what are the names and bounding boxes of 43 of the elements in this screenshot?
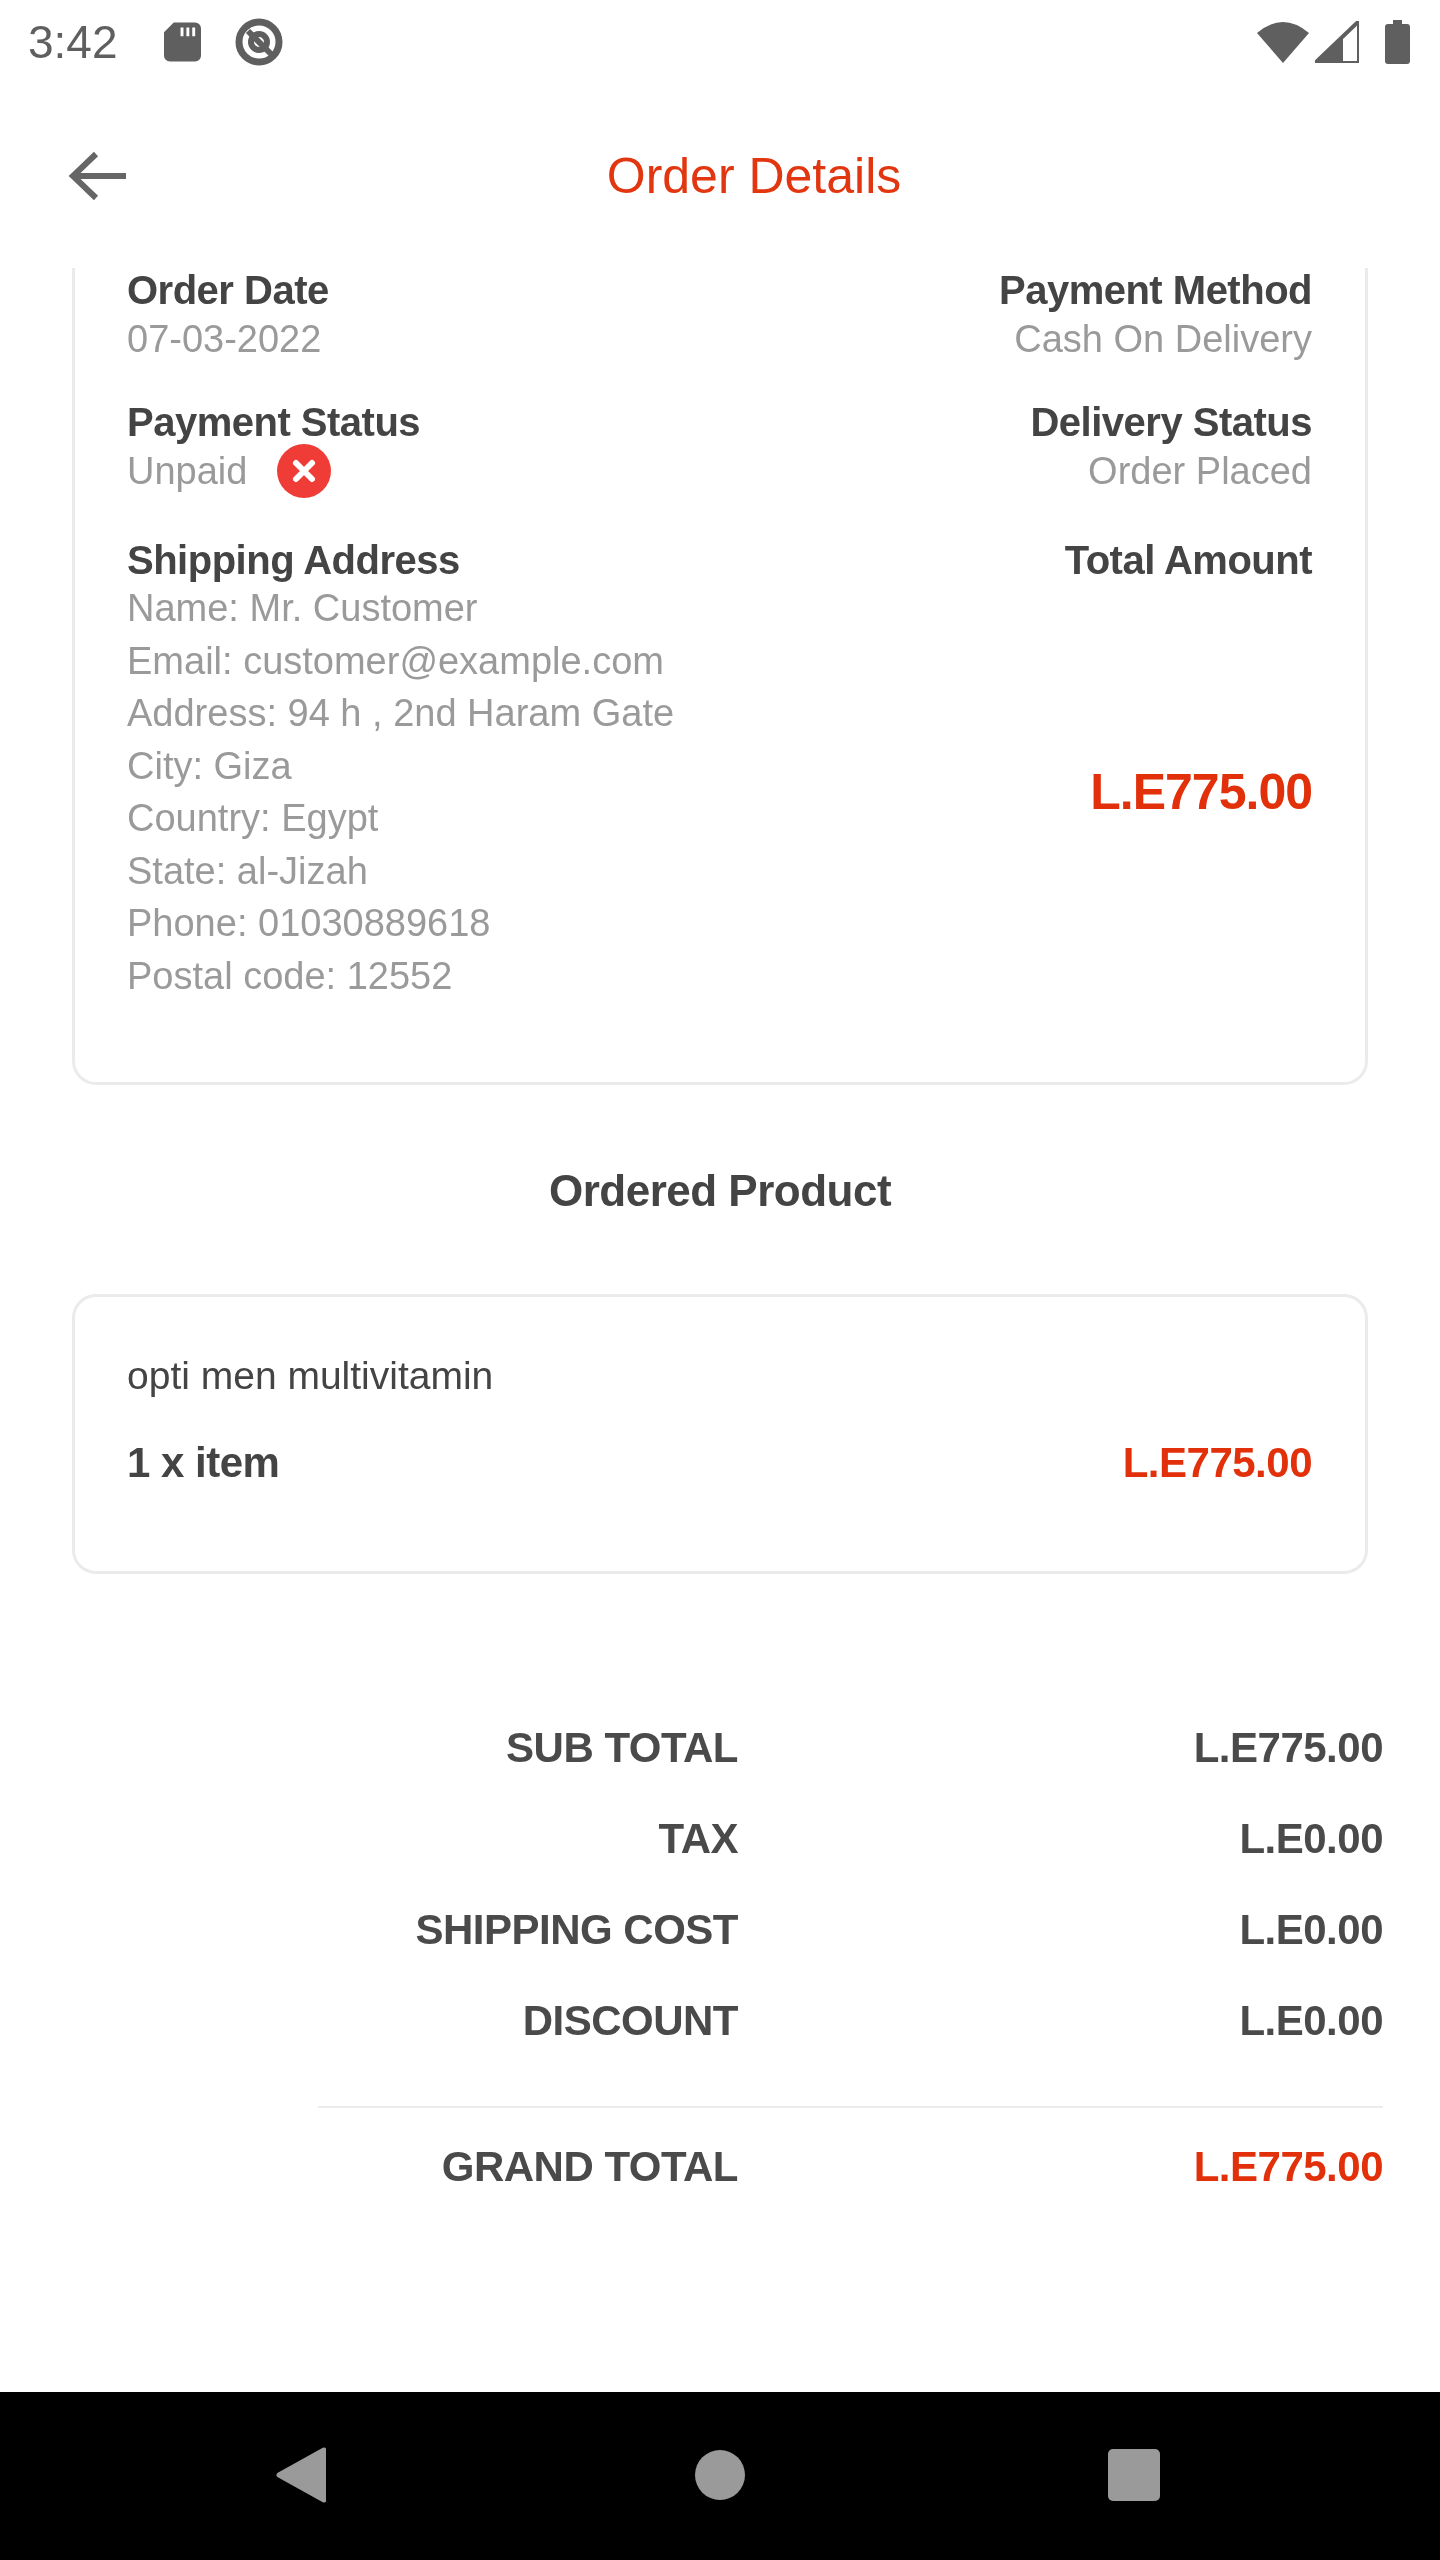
address-line: Phone: 01030889618: [127, 901, 492, 946]
field-label: Payment Method: [998, 268, 1312, 312]
grand-total-value: L.E775.00: [1192, 2142, 1383, 2192]
totals-label: SHIPPING COST: [414, 1905, 738, 1955]
field-label: Payment Status: [127, 400, 421, 444]
field-label: Shipping Address: [127, 538, 461, 582]
blocked-circle-icon: [233, 17, 284, 67]
wifi-icon: [1257, 21, 1309, 63]
grand-total-label: GRAND TOTAL: [440, 2142, 738, 2192]
address-line: City: Giza: [127, 743, 293, 789]
status-time: 3:42: [28, 15, 118, 69]
address-line: Country: Egypt: [127, 796, 380, 841]
product-name: opti men multivitamin: [127, 1353, 495, 1399]
totals-value: L.E775.00: [1192, 1723, 1383, 1773]
field-label: Delivery Status: [1030, 400, 1312, 444]
totals-label: SUB TOTAL: [505, 1723, 738, 1773]
totals-value: L.E0.00: [1238, 1814, 1383, 1864]
home-icon[interactable]: [695, 2450, 745, 2500]
totals-label: TAX: [657, 1814, 738, 1864]
product-price: L.E775.00: [1122, 1438, 1312, 1488]
sd-card-icon: [163, 22, 201, 62]
section-heading: Ordered Product: [548, 1165, 892, 1217]
address-line: State: al-Jizah: [127, 848, 369, 894]
battery-icon: [1385, 20, 1410, 64]
address-line: Address: 94 h , 2nd Haram Gate: [127, 691, 675, 736]
arrow-left-icon: [68, 151, 128, 201]
totals-value: L.E0.00: [1238, 1905, 1383, 1955]
product-quantity: 1 x item: [127, 1438, 280, 1488]
address-line: Postal code: 12552: [127, 953, 454, 999]
totals-label: DISCOUNT: [521, 1996, 738, 2046]
page-title: Order Details: [606, 147, 902, 205]
field-value: Cash On Delivery: [1014, 317, 1312, 362]
field-value: Order Placed: [1088, 449, 1312, 494]
totals-value: L.E0.00: [1238, 1996, 1383, 2046]
signal-icon: [1315, 21, 1359, 63]
total-amount-value: L.E775.00: [1090, 763, 1312, 821]
nav-back-icon[interactable]: [276, 2447, 326, 2503]
address-line: Email: customer@example.com: [127, 638, 665, 684]
field-value: Unpaid: [127, 449, 248, 494]
field-label: Order Date: [127, 268, 329, 312]
field-value: 07-03-2022: [127, 317, 322, 362]
address-line: Name: Mr. Customer: [127, 586, 479, 631]
field-label: Total Amount: [1064, 538, 1312, 582]
